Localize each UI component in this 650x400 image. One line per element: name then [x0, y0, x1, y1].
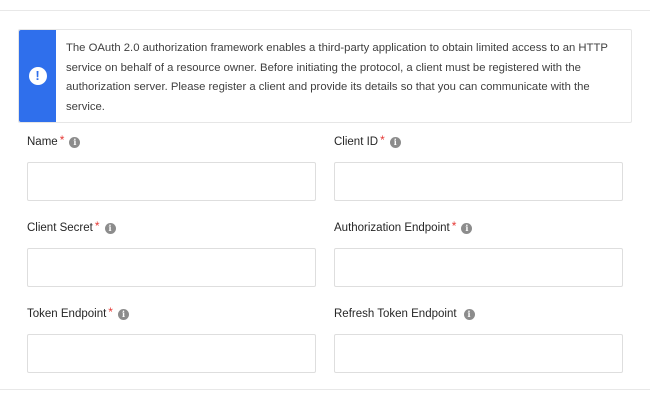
refresh-token-endpoint-input[interactable]: [334, 334, 623, 373]
required-asterisk: *: [451, 219, 457, 233]
top-divider: [0, 10, 650, 11]
required-asterisk: *: [59, 133, 65, 147]
info-icon[interactable]: i: [463, 308, 475, 320]
field-token-endpoint: Token Endpoint * i: [27, 305, 316, 373]
info-icon[interactable]: i: [117, 308, 129, 320]
field-label-client-secret: Client Secret: [27, 222, 93, 234]
client-id-input[interactable]: [334, 162, 623, 201]
client-secret-input[interactable]: [27, 248, 316, 287]
field-client-id: Client ID * i: [334, 133, 623, 201]
authorization-endpoint-input[interactable]: [334, 248, 623, 287]
required-asterisk: *: [94, 219, 100, 233]
field-label-name: Name: [27, 136, 58, 148]
bottom-divider: [0, 389, 650, 390]
field-label-authorization-endpoint: Authorization Endpoint: [334, 222, 450, 234]
name-input[interactable]: [27, 162, 316, 201]
field-label-token-endpoint: Token Endpoint: [27, 308, 107, 320]
field-name: Name * i: [27, 133, 316, 201]
notice-text: The OAuth 2.0 authorization framework en…: [66, 42, 608, 113]
info-icon[interactable]: i: [104, 222, 116, 234]
field-label-refresh-token-endpoint: Refresh Token Endpoint: [334, 308, 457, 320]
info-icon[interactable]: i: [389, 136, 401, 148]
info-icon[interactable]: i: [69, 136, 81, 148]
info-icon[interactable]: i: [461, 222, 473, 234]
field-refresh-token-endpoint: Refresh Token Endpoint i: [334, 307, 623, 373]
field-authorization-endpoint: Authorization Endpoint * i: [334, 219, 623, 287]
field-client-secret: Client Secret * i: [27, 219, 316, 287]
field-label-client-id: Client ID: [334, 136, 379, 148]
token-endpoint-input[interactable]: [27, 334, 316, 373]
notice-stripe: !: [19, 30, 56, 122]
required-asterisk: *: [108, 305, 113, 319]
required-asterisk: *: [380, 133, 385, 147]
exclamation-icon: !: [28, 67, 47, 85]
info-notice: ! The OAuth 2.0 authorization framework …: [18, 29, 632, 123]
